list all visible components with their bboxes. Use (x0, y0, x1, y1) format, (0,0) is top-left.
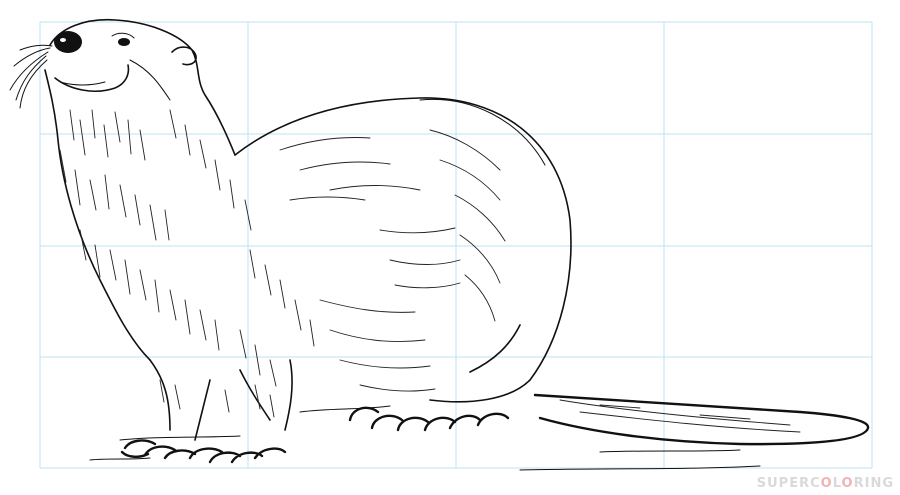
supercoloring-watermark: SUPERCOLORING (757, 476, 894, 491)
watermark-text-1: SUPERC (756, 476, 821, 491)
otter-illustration (9, 18, 870, 471)
otter-drawing-canvas (9, 18, 873, 471)
watermark-o-2: O (841, 476, 854, 491)
watermark-text-2: L (832, 476, 842, 491)
watermark-text-3: RING (853, 476, 894, 491)
watermark-o-1: O (820, 476, 833, 491)
